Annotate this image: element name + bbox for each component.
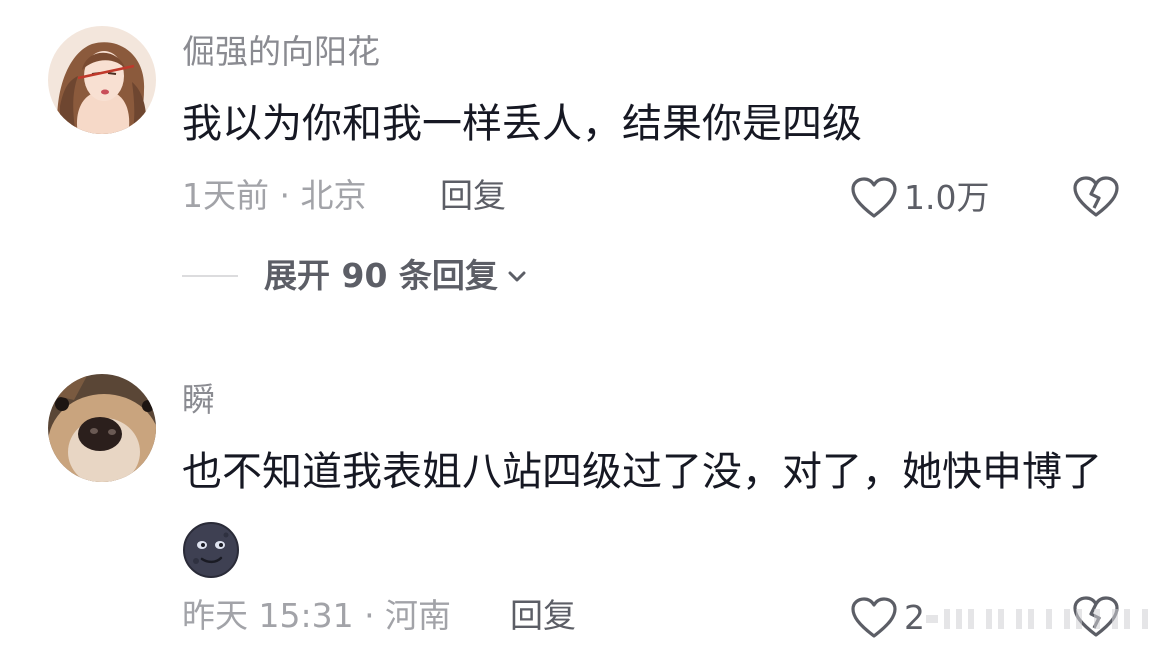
expand-replies-button[interactable]: 展开 90 条回复	[182, 256, 530, 296]
like-button[interactable]: 2	[850, 596, 925, 640]
comment-meta: 1天前 · 北京	[182, 176, 367, 215]
reply-button[interactable]: 回复	[510, 596, 576, 636]
heart-outline-icon	[851, 177, 897, 218]
avatar-illustration	[48, 26, 156, 134]
watermark-mark	[926, 609, 1148, 629]
avatar[interactable]	[48, 374, 156, 482]
expand-replies-label: 展开 90 条回复	[264, 256, 498, 295]
chevron-down-icon	[508, 271, 526, 282]
divider-line	[182, 275, 238, 277]
like-count: 1.0万	[904, 178, 990, 217]
comment-text: 也不知道我表姐八站四级过了没，对了，她快申博了	[182, 434, 1122, 586]
watermark	[926, 605, 1156, 633]
smirk-moon-emoji	[183, 522, 239, 578]
comment-item: 瞬 也不知道我表姐八站四级过了没，对了，她快申博了 昨天 15:31 · 河南 …	[0, 330, 1170, 647]
avatar[interactable]	[48, 26, 156, 134]
comment-text: 我以为你和我一样丢人，结果你是四级	[182, 101, 862, 147]
comment-text-content: 也不知道我表姐八站四级过了没，对了，她快申博了	[182, 449, 1102, 495]
avatar-dog-photo	[48, 374, 156, 482]
like-button[interactable]: 1.0万	[850, 176, 989, 220]
comment-item: 倔强的向阳花 我以为你和我一样丢人，结果你是四级 1天前 · 北京 回复 1.0…	[0, 0, 1170, 330]
username[interactable]: 瞬	[182, 380, 215, 420]
reply-button[interactable]: 回复	[440, 176, 506, 216]
like-count: 2	[904, 598, 925, 637]
dislike-button[interactable]	[1072, 174, 1120, 224]
heart-outline-icon	[851, 597, 897, 638]
comment-meta: 昨天 15:31 · 河南	[182, 596, 452, 635]
broken-heart-icon	[1073, 176, 1119, 217]
username[interactable]: 倔强的向阳花	[182, 32, 380, 72]
